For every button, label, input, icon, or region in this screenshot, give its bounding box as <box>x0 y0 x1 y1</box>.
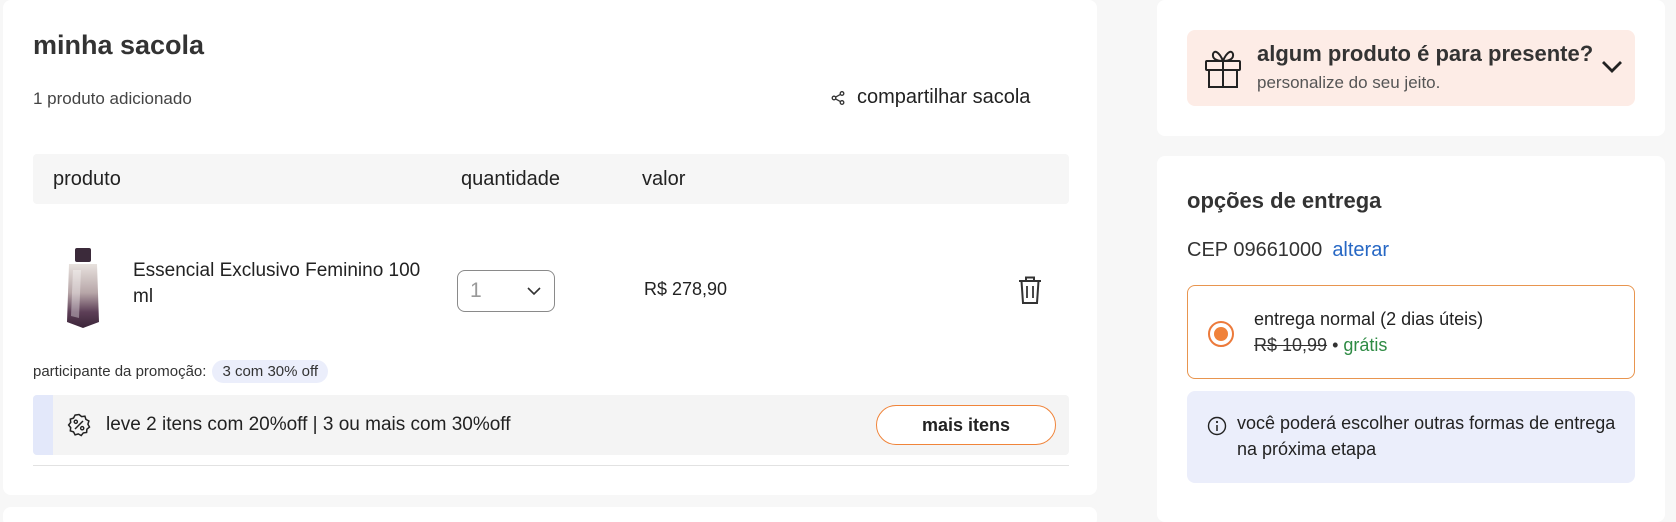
gift-icon <box>1205 50 1241 88</box>
delivery-option-title: entrega normal (2 dias úteis) <box>1254 309 1484 329</box>
promotion-label: participante da promoção: <box>33 363 207 380</box>
share-icon <box>831 90 845 105</box>
price-separator: • <box>1332 335 1339 355</box>
delivery-option-radio[interactable] <box>1208 321 1234 347</box>
chevron-down-icon <box>527 287 541 296</box>
column-quantity: quantidade <box>461 168 560 190</box>
quantity-select[interactable]: 1 <box>457 270 555 312</box>
delivery-option-price: R$ 10,99 • grátis <box>1254 335 1387 356</box>
column-value: valor <box>642 168 686 190</box>
column-product: produto <box>53 168 121 190</box>
share-bag-button[interactable]: compartilhar sacola <box>831 86 1030 109</box>
bag-panel: minha sacola 1 produto adicionado compar… <box>3 0 1097 495</box>
promotion-banner: leve 2 itens com 20%off | 3 ou mais com … <box>33 395 1069 455</box>
delivery-option-normal[interactable]: entrega normal (2 dias úteis) R$ 10,99 •… <box>1187 285 1635 379</box>
promotion-info: participante da promoção: 3 com 30% off <box>33 360 329 383</box>
product-price: R$ 278,90 <box>644 279 728 299</box>
info-icon <box>1207 416 1227 436</box>
promotion-text: leve 2 itens com 20%off | 3 ou mais com … <box>106 414 511 435</box>
gift-title: algum produto é para presente? <box>1257 41 1594 66</box>
gift-toggle[interactable]: algum produto é para presente? personali… <box>1187 30 1635 106</box>
table-header: produto quantidade valor <box>33 154 1069 204</box>
next-panel <box>3 507 1097 522</box>
cep-value: CEP 09661000 <box>1187 239 1323 261</box>
product-name[interactable]: Essencial Exclusivo Feminino 100 ml <box>133 258 423 310</box>
gift-subtitle: personalize do seu jeito. <box>1257 73 1441 92</box>
divider <box>33 465 1069 466</box>
page-title: minha sacola <box>33 30 205 60</box>
trash-icon[interactable] <box>1015 274 1045 306</box>
promotion-accent <box>33 395 53 455</box>
product-image[interactable] <box>61 244 105 330</box>
delivery-panel: opções de entrega CEP 09661000 alterar e… <box>1157 156 1665 522</box>
share-bag-label: compartilhar sacola <box>857 86 1031 108</box>
gift-panel: algum produto é para presente? personali… <box>1157 0 1665 136</box>
change-cep-link[interactable]: alterar <box>1332 239 1389 262</box>
product-count: 1 produto adicionado <box>33 89 192 108</box>
chevron-down-icon <box>1602 61 1622 73</box>
delivery-info-text: você poderá escolher outras formas de en… <box>1237 413 1616 459</box>
promotion-tag: 3 com 30% off <box>212 360 329 383</box>
discount-badge-icon <box>67 413 91 437</box>
quantity-value: 1 <box>470 279 482 302</box>
delivery-old-price: R$ 10,99 <box>1254 335 1328 355</box>
delivery-info: você poderá escolher outras formas de en… <box>1187 391 1635 483</box>
delivery-title: opções de entrega <box>1187 188 1382 213</box>
more-items-button[interactable]: mais itens <box>876 405 1056 445</box>
delivery-free-label: grátis <box>1343 335 1388 355</box>
cep-row: CEP 09661000 alterar <box>1187 239 1389 262</box>
